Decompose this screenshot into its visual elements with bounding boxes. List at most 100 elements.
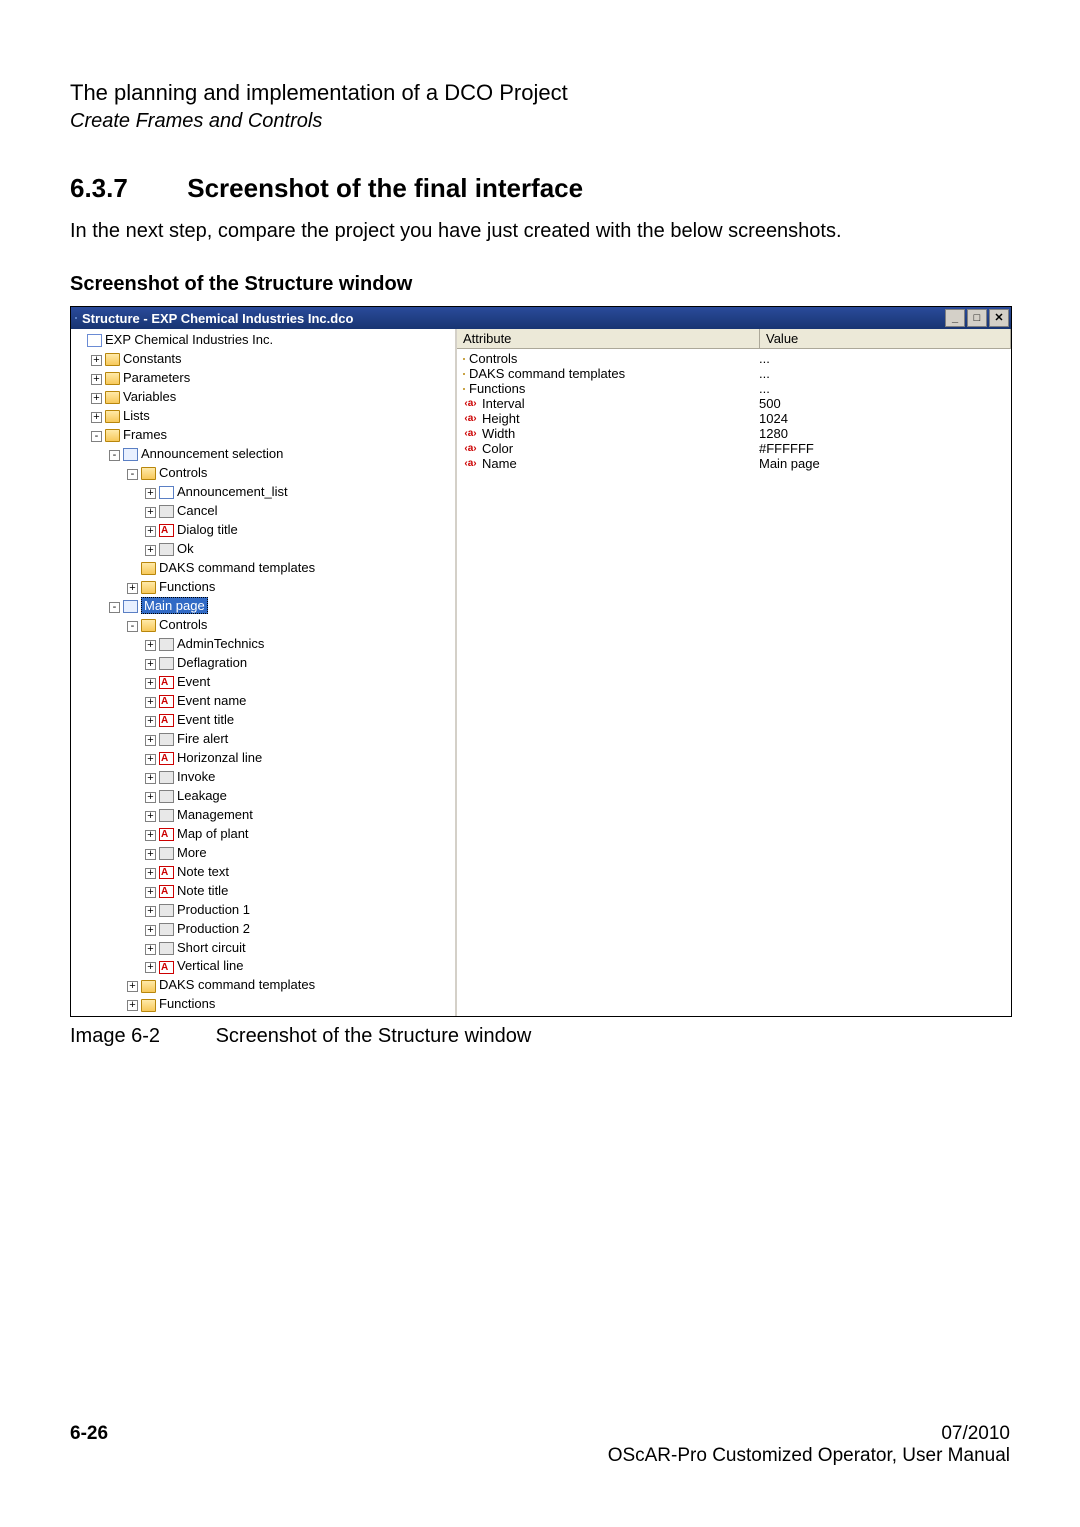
tree-node[interactable]: EXP Chemical Industries Inc. (73, 331, 453, 350)
expand-icon[interactable]: + (145, 754, 156, 765)
expand-icon[interactable]: + (145, 659, 156, 670)
tree-node[interactable]: +Management (73, 806, 453, 825)
attribute-row[interactable]: ‹a›Height1024 (457, 411, 1011, 426)
expand-icon[interactable]: + (145, 925, 156, 936)
tree-node[interactable]: +Parameters (73, 369, 453, 388)
expand-icon[interactable]: + (91, 374, 102, 385)
structure-window: Structure - EXP Chemical Industries Inc.… (70, 306, 1012, 1017)
expand-icon[interactable]: + (145, 792, 156, 803)
collapse-icon[interactable]: - (109, 450, 120, 461)
tree-node[interactable]: +Event title (73, 711, 453, 730)
attribute-name: Name (482, 456, 517, 471)
attribute-icon: ‹a› (463, 413, 478, 424)
text-icon (159, 866, 174, 879)
tree-node[interactable]: +Note text (73, 863, 453, 882)
expand-icon[interactable]: + (91, 355, 102, 366)
tree-node[interactable]: +Functions (73, 578, 453, 597)
tree-node[interactable]: +Ok (73, 540, 453, 559)
tree-node[interactable]: -Controls (73, 616, 453, 635)
expand-icon[interactable]: + (145, 887, 156, 898)
expand-icon[interactable]: + (145, 697, 156, 708)
expand-icon[interactable]: + (145, 962, 156, 973)
tree-node[interactable]: +DAKS command templates (73, 976, 453, 995)
attribute-row[interactable]: ‹a›Color#FFFFFF (457, 441, 1011, 456)
expand-icon[interactable]: + (145, 735, 156, 746)
col-value[interactable]: Value (760, 329, 1011, 348)
tree-node[interactable]: -Announcement selection (73, 445, 453, 464)
tree-node[interactable]: +Event name (73, 692, 453, 711)
tree-node[interactable]: +Announcement_list (73, 483, 453, 502)
tree-node[interactable]: + Constants (73, 350, 453, 369)
expand-icon[interactable]: + (145, 507, 156, 518)
expand-icon[interactable]: + (145, 773, 156, 784)
text-icon (159, 714, 174, 727)
expand-icon[interactable]: + (145, 906, 156, 917)
tree-node[interactable]: +Variables (73, 388, 453, 407)
tree-node-label: Vertical line (177, 959, 243, 974)
tree-pane[interactable]: EXP Chemical Industries Inc. + Constants +P… (71, 329, 457, 1016)
tree-node[interactable]: -Controls (73, 464, 453, 483)
tree-node[interactable]: +Functions (73, 995, 453, 1014)
tree-node[interactable]: +Horizonzal line (73, 749, 453, 768)
tree-node[interactable]: +Short circuit (73, 939, 453, 958)
expand-icon[interactable]: + (127, 1000, 138, 1011)
tree-node[interactable]: +Production 2 (73, 920, 453, 939)
collapse-icon[interactable]: - (127, 469, 138, 480)
attribute-row[interactable]: ‹a›Width1280 (457, 426, 1011, 441)
collapse-icon[interactable]: - (127, 621, 138, 632)
tree-node[interactable]: +Cancel (73, 502, 453, 521)
expand-icon[interactable]: + (145, 811, 156, 822)
tree-node[interactable]: + Vertical line (73, 957, 453, 976)
expand-icon[interactable]: + (145, 678, 156, 689)
expand-icon[interactable]: + (145, 868, 156, 879)
attribute-row[interactable]: ‹a›NameMain page (457, 456, 1011, 471)
tree-node-label: Constants (123, 351, 182, 366)
attribute-row[interactable]: Functions... (457, 381, 1011, 396)
tree-node[interactable]: DAKS command templates (73, 559, 453, 578)
tree-node[interactable]: -Main page (73, 597, 453, 616)
expand-icon[interactable]: + (145, 830, 156, 841)
expand-icon[interactable]: + (91, 393, 102, 404)
tree-node[interactable]: +Map of plant (73, 825, 453, 844)
tree-node[interactable]: +More (73, 844, 453, 863)
collapse-icon[interactable]: - (91, 431, 102, 442)
maximize-button[interactable]: □ (967, 309, 987, 327)
folder-open-icon (141, 467, 156, 480)
folder-icon (141, 999, 156, 1012)
attribute-name: Width (482, 426, 515, 441)
tree-node[interactable]: +Production 1 (73, 901, 453, 920)
tree-node[interactable]: + Dialog title (73, 521, 453, 540)
folder-icon (463, 358, 465, 360)
tree-node[interactable]: +Lists (73, 407, 453, 426)
expand-icon[interactable]: + (145, 526, 156, 537)
tree-node[interactable]: +AdminTechnics (73, 635, 453, 654)
expand-icon[interactable]: + (145, 716, 156, 727)
button-icon (159, 847, 174, 860)
tree-node[interactable]: +Leakage (73, 787, 453, 806)
attribute-row[interactable]: ‹a›Interval500 (457, 396, 1011, 411)
tree-node[interactable]: +Note title (73, 882, 453, 901)
expand-icon[interactable]: + (91, 412, 102, 423)
expand-icon[interactable]: + (127, 583, 138, 594)
window-titlebar[interactable]: Structure - EXP Chemical Industries Inc.… (71, 307, 1011, 329)
minimize-button[interactable]: _ (945, 309, 965, 327)
expand-icon[interactable]: + (145, 849, 156, 860)
expand-icon[interactable]: + (145, 944, 156, 955)
tree-node[interactable]: +Event (73, 673, 453, 692)
tree-node-label: Dialog title (177, 522, 238, 537)
collapse-icon[interactable]: - (109, 602, 120, 613)
col-attribute[interactable]: Attribute (457, 329, 760, 348)
expand-icon[interactable]: + (145, 640, 156, 651)
attribute-value: Main page (753, 456, 1009, 471)
expand-icon[interactable]: + (145, 488, 156, 499)
button-icon (159, 638, 174, 651)
tree-node[interactable]: +Fire alert (73, 730, 453, 749)
expand-icon[interactable]: + (127, 981, 138, 992)
tree-node[interactable]: -Frames (73, 426, 453, 445)
close-button[interactable]: ✕ (989, 309, 1009, 327)
expand-icon[interactable]: + (145, 545, 156, 556)
tree-node[interactable]: +Deflagration (73, 654, 453, 673)
tree-node[interactable]: +Invoke (73, 768, 453, 787)
attribute-row[interactable]: DAKS command templates... (457, 366, 1011, 381)
attribute-row[interactable]: Controls... (457, 351, 1011, 366)
